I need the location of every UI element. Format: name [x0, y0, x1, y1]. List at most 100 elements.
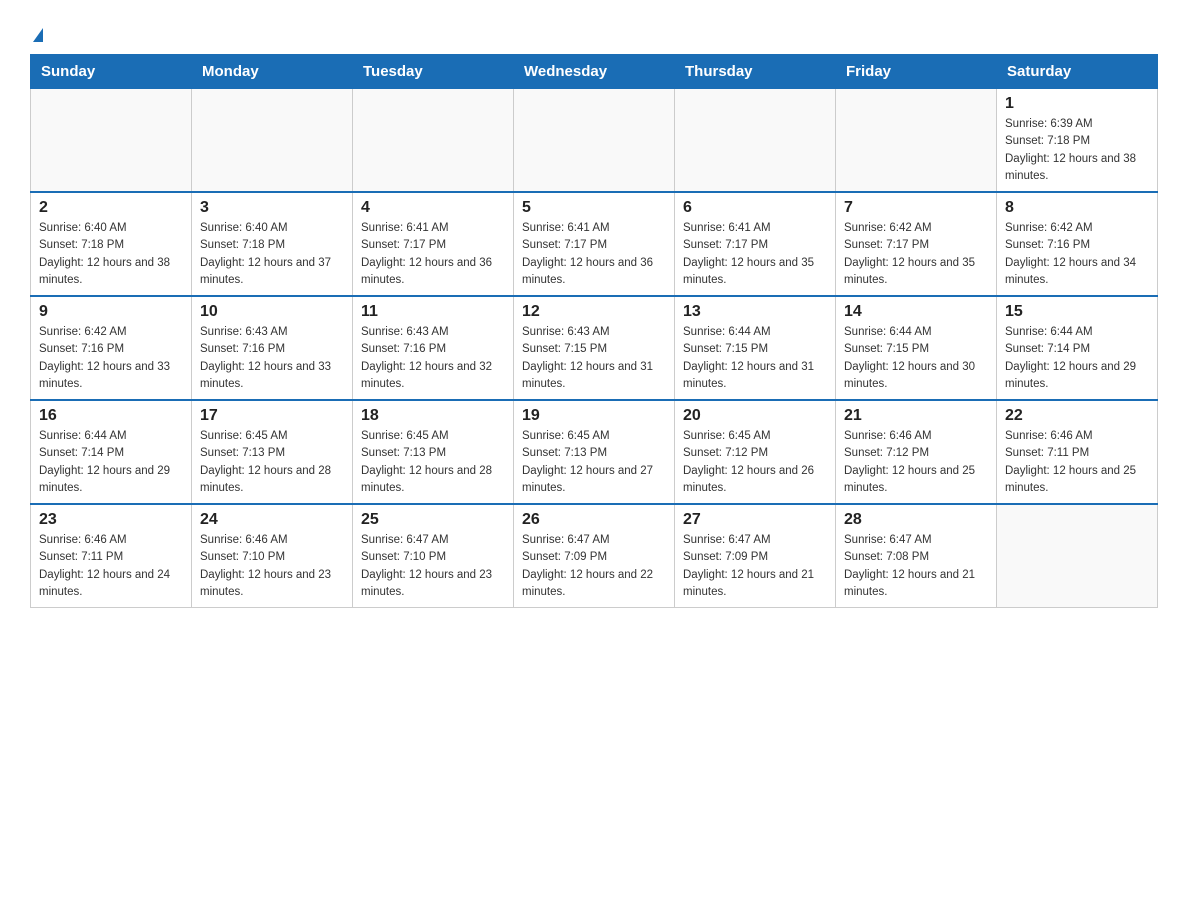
day-number: 10: [200, 303, 344, 321]
day-info: Sunrise: 6:44 AMSunset: 7:15 PMDaylight:…: [683, 324, 827, 393]
page-header: [30, 20, 1158, 44]
calendar-cell: 12 Sunrise: 6:43 AMSunset: 7:15 PMDayligh…: [514, 296, 675, 400]
calendar-cell: [31, 89, 192, 193]
day-number: 15: [1005, 303, 1149, 321]
calendar-cell: 28 Sunrise: 6:47 AMSunset: 7:08 PMDayligh…: [836, 504, 997, 608]
calendar-cell: 17 Sunrise: 6:45 AMSunset: 7:13 PMDayligh…: [192, 400, 353, 504]
day-info: Sunrise: 6:46 AMSunset: 7:11 PMDaylight:…: [39, 532, 183, 601]
day-info: Sunrise: 6:47 AMSunset: 7:09 PMDaylight:…: [522, 532, 666, 601]
calendar-cell: 19 Sunrise: 6:45 AMSunset: 7:13 PMDayligh…: [514, 400, 675, 504]
calendar-week-row: 23 Sunrise: 6:46 AMSunset: 7:11 PMDayligh…: [31, 504, 1158, 608]
day-info: Sunrise: 6:41 AMSunset: 7:17 PMDaylight:…: [683, 220, 827, 289]
day-number: 5: [522, 199, 666, 217]
calendar-cell: 20 Sunrise: 6:45 AMSunset: 7:12 PMDayligh…: [675, 400, 836, 504]
weekday-header-sunday: Sunday: [31, 55, 192, 89]
weekday-header-monday: Monday: [192, 55, 353, 89]
day-number: 21: [844, 407, 988, 425]
calendar-cell: 10 Sunrise: 6:43 AMSunset: 7:16 PMDayligh…: [192, 296, 353, 400]
day-number: 16: [39, 407, 183, 425]
weekday-header-wednesday: Wednesday: [514, 55, 675, 89]
day-number: 28: [844, 511, 988, 529]
day-number: 9: [39, 303, 183, 321]
day-info: Sunrise: 6:42 AMSunset: 7:16 PMDaylight:…: [1005, 220, 1149, 289]
calendar-cell: 6Sunrise: 6:41 AMSunset: 7:17 PMDaylight…: [675, 192, 836, 296]
calendar-cell: [675, 89, 836, 193]
calendar-cell: 8 Sunrise: 6:42 AMSunset: 7:16 PMDaylight…: [997, 192, 1158, 296]
calendar-cell: 1Sunrise: 6:39 AMSunset: 7:18 PMDaylight…: [997, 89, 1158, 193]
calendar-cell: 11 Sunrise: 6:43 AMSunset: 7:16 PMDayligh…: [353, 296, 514, 400]
calendar-cell: 26 Sunrise: 6:47 AMSunset: 7:09 PMDayligh…: [514, 504, 675, 608]
calendar-cell: 9 Sunrise: 6:42 AMSunset: 7:16 PMDaylight…: [31, 296, 192, 400]
day-info: Sunrise: 6:41 AMSunset: 7:17 PMDaylight:…: [522, 220, 666, 289]
day-number: 20: [683, 407, 827, 425]
calendar-cell: 13 Sunrise: 6:44 AMSunset: 7:15 PMDayligh…: [675, 296, 836, 400]
calendar-week-row: 16 Sunrise: 6:44 AMSunset: 7:14 PMDayligh…: [31, 400, 1158, 504]
calendar-cell: 4Sunrise: 6:41 AMSunset: 7:17 PMDaylight…: [353, 192, 514, 296]
day-info: Sunrise: 6:45 AMSunset: 7:12 PMDaylight:…: [683, 428, 827, 497]
day-info: Sunrise: 6:47 AMSunset: 7:08 PMDaylight:…: [844, 532, 988, 601]
day-number: 17: [200, 407, 344, 425]
day-info: Sunrise: 6:44 AMSunset: 7:14 PMDaylight:…: [39, 428, 183, 497]
calendar-cell: 2Sunrise: 6:40 AMSunset: 7:18 PMDaylight…: [31, 192, 192, 296]
day-info: Sunrise: 6:45 AMSunset: 7:13 PMDaylight:…: [200, 428, 344, 497]
day-info: Sunrise: 6:44 AMSunset: 7:15 PMDaylight:…: [844, 324, 988, 393]
calendar-cell: 24 Sunrise: 6:46 AMSunset: 7:10 PMDayligh…: [192, 504, 353, 608]
day-number: 18: [361, 407, 505, 425]
day-info: Sunrise: 6:42 AMSunset: 7:16 PMDaylight:…: [39, 324, 183, 393]
day-number: 3: [200, 199, 344, 217]
calendar-table: SundayMondayTuesdayWednesdayThursdayFrid…: [30, 54, 1158, 608]
day-number: 24: [200, 511, 344, 529]
calendar-cell: 14 Sunrise: 6:44 AMSunset: 7:15 PMDayligh…: [836, 296, 997, 400]
day-info: Sunrise: 6:42 AMSunset: 7:17 PMDaylight:…: [844, 220, 988, 289]
day-info: Sunrise: 6:41 AMSunset: 7:17 PMDaylight:…: [361, 220, 505, 289]
day-info: Sunrise: 6:43 AMSunset: 7:16 PMDaylight:…: [361, 324, 505, 393]
day-info: Sunrise: 6:46 AMSunset: 7:11 PMDaylight:…: [1005, 428, 1149, 497]
day-number: 8: [1005, 199, 1149, 217]
day-info: Sunrise: 6:46 AMSunset: 7:12 PMDaylight:…: [844, 428, 988, 497]
day-number: 22: [1005, 407, 1149, 425]
day-number: 11: [361, 303, 505, 321]
calendar-cell: 21 Sunrise: 6:46 AMSunset: 7:12 PMDayligh…: [836, 400, 997, 504]
weekday-header-tuesday: Tuesday: [353, 55, 514, 89]
calendar-week-row: 2Sunrise: 6:40 AMSunset: 7:18 PMDaylight…: [31, 192, 1158, 296]
calendar-cell: 27Sunrise: 6:47 AMSunset: 7:09 PMDayligh…: [675, 504, 836, 608]
calendar-cell: 25 Sunrise: 6:47 AMSunset: 7:10 PMDayligh…: [353, 504, 514, 608]
day-info: Sunrise: 6:43 AMSunset: 7:15 PMDaylight:…: [522, 324, 666, 393]
day-number: 13: [683, 303, 827, 321]
day-number: 26: [522, 511, 666, 529]
day-info: Sunrise: 6:44 AMSunset: 7:14 PMDaylight:…: [1005, 324, 1149, 393]
calendar-cell: [192, 89, 353, 193]
day-number: 19: [522, 407, 666, 425]
calendar-cell: 7 Sunrise: 6:42 AMSunset: 7:17 PMDaylight…: [836, 192, 997, 296]
day-info: Sunrise: 6:47 AMSunset: 7:10 PMDaylight:…: [361, 532, 505, 601]
calendar-cell: 23 Sunrise: 6:46 AMSunset: 7:11 PMDayligh…: [31, 504, 192, 608]
day-info: Sunrise: 6:39 AMSunset: 7:18 PMDaylight:…: [1005, 116, 1149, 185]
day-number: 25: [361, 511, 505, 529]
day-number: 7: [844, 199, 988, 217]
calendar-cell: [836, 89, 997, 193]
day-info: Sunrise: 6:40 AMSunset: 7:18 PMDaylight:…: [200, 220, 344, 289]
calendar-cell: [514, 89, 675, 193]
day-number: 14: [844, 303, 988, 321]
calendar-cell: 18 Sunrise: 6:45 AMSunset: 7:13 PMDayligh…: [353, 400, 514, 504]
weekday-header-thursday: Thursday: [675, 55, 836, 89]
weekday-header-saturday: Saturday: [997, 55, 1158, 89]
day-info: Sunrise: 6:40 AMSunset: 7:18 PMDaylight:…: [39, 220, 183, 289]
calendar-cell: [353, 89, 514, 193]
logo: [30, 20, 43, 44]
calendar-cell: 16 Sunrise: 6:44 AMSunset: 7:14 PMDayligh…: [31, 400, 192, 504]
weekday-header-friday: Friday: [836, 55, 997, 89]
day-info: Sunrise: 6:43 AMSunset: 7:16 PMDaylight:…: [200, 324, 344, 393]
day-number: 23: [39, 511, 183, 529]
calendar-cell: 5 Sunrise: 6:41 AMSunset: 7:17 PMDaylight…: [514, 192, 675, 296]
day-info: Sunrise: 6:45 AMSunset: 7:13 PMDaylight:…: [522, 428, 666, 497]
day-number: 12: [522, 303, 666, 321]
calendar-cell: [997, 504, 1158, 608]
logo-triangle-icon: [33, 28, 43, 42]
calendar-cell: 15 Sunrise: 6:44 AMSunset: 7:14 PMDayligh…: [997, 296, 1158, 400]
calendar-cell: 22 Sunrise: 6:46 AMSunset: 7:11 PMDayligh…: [997, 400, 1158, 504]
calendar-week-row: 1Sunrise: 6:39 AMSunset: 7:18 PMDaylight…: [31, 89, 1158, 193]
day-info: Sunrise: 6:46 AMSunset: 7:10 PMDaylight:…: [200, 532, 344, 601]
calendar-header-row: SundayMondayTuesdayWednesdayThursdayFrid…: [31, 55, 1158, 89]
day-info: Sunrise: 6:45 AMSunset: 7:13 PMDaylight:…: [361, 428, 505, 497]
